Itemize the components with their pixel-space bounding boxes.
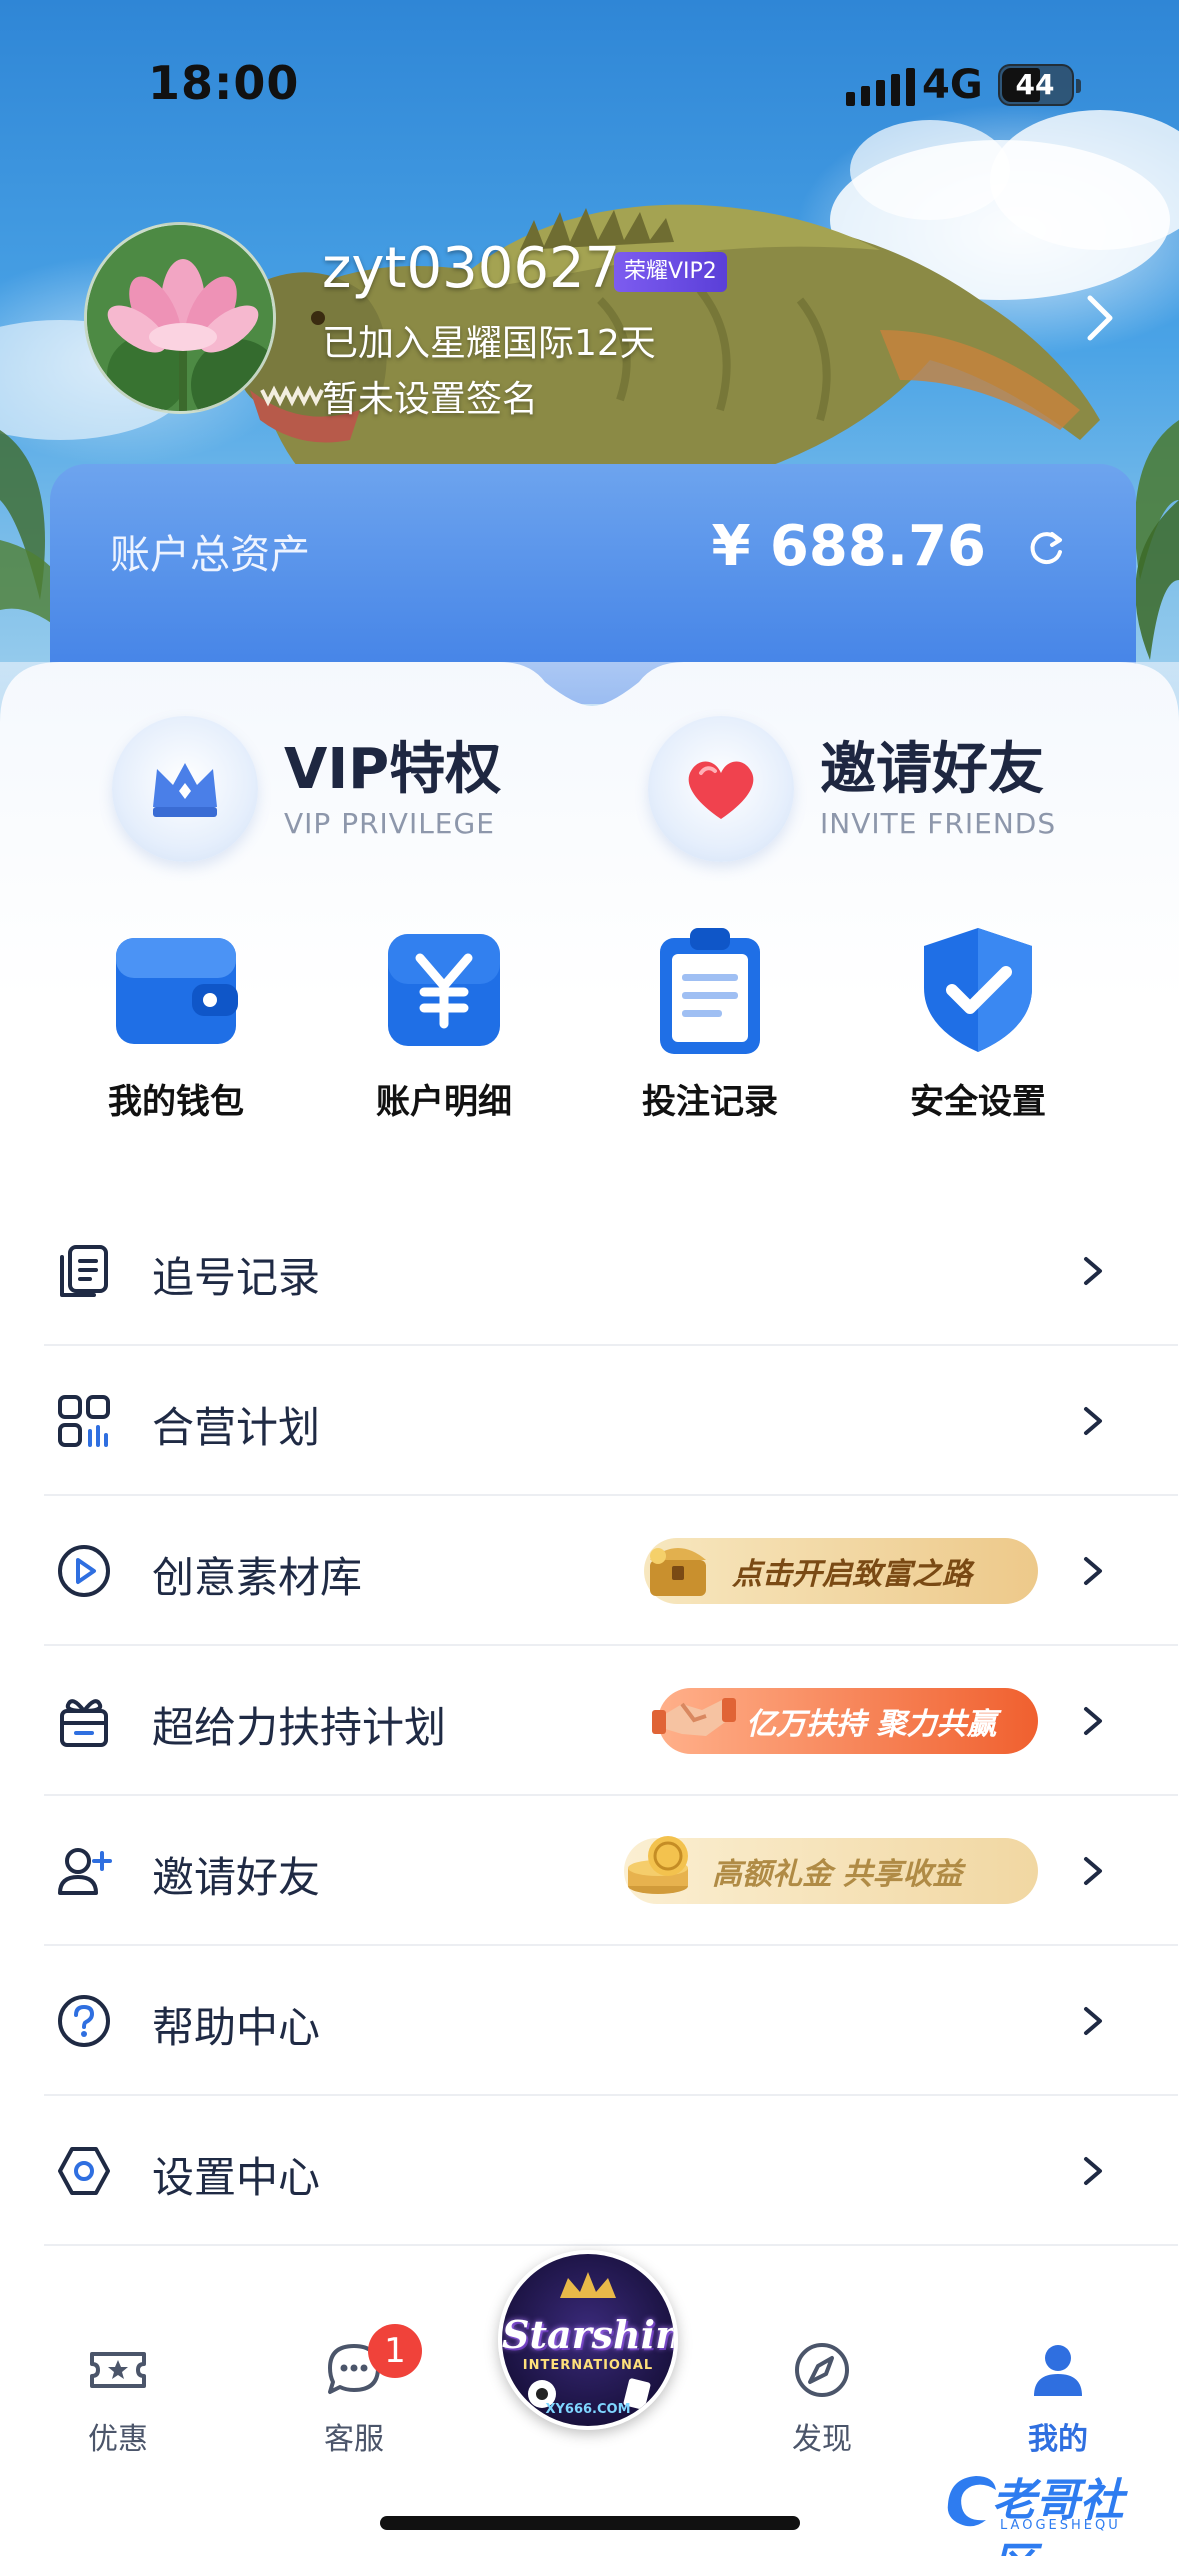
add-user-icon	[58, 1848, 112, 1895]
lotus-flower-image	[87, 225, 273, 411]
joined-days-text: 已加入星耀国际12天	[322, 323, 656, 364]
center-home-logo-button[interactable]: Starshine INTERNATIONAL XY666.COM	[498, 2250, 678, 2430]
wealth-banner[interactable]: 点击开启致富之路	[644, 1538, 1038, 1604]
menu-item-label: 创意素材库	[152, 1553, 363, 1602]
ticket-star-icon	[90, 2352, 146, 2388]
grid-chart-icon	[58, 1395, 110, 1447]
logo-domain-text: XY666.COM	[545, 2402, 631, 2417]
avatar[interactable]	[84, 222, 276, 414]
watermark-text: 老哥社区	[992, 2475, 1124, 2556]
signal-icon	[846, 68, 915, 106]
heart-icon	[688, 761, 754, 819]
dragon-logo-icon	[947, 2476, 996, 2527]
menu-item-creative-library[interactable]: 创意素材库 点击开启致富之路	[44, 1496, 1178, 1646]
network-type: 4G	[922, 62, 983, 108]
person-icon	[1034, 2345, 1082, 2396]
quick-action-account-details[interactable]: 账户明细	[324, 920, 564, 1123]
banner-text: 点击开启致富之路	[732, 1557, 972, 1592]
chevron-right-icon	[1084, 1407, 1102, 1435]
quick-action-security-settings[interactable]: 安全设置	[858, 920, 1098, 1123]
home-indicator	[380, 2516, 800, 2530]
chevron-right-icon	[1084, 1857, 1102, 1885]
total-assets-label: 账户总资产	[110, 532, 310, 578]
signature-text: 暂未设置签名	[322, 379, 539, 420]
wallet-icon	[116, 938, 238, 1044]
chevron-right-icon	[1084, 2007, 1102, 2035]
quick-action-label: 安全设置	[910, 1082, 1046, 1122]
vip-icon-circle	[112, 716, 258, 862]
menu-item-label: 追号记录	[152, 1253, 321, 1302]
vip-privilege-entry[interactable]: VIP特权 VIP PRIVILEGE	[112, 716, 501, 862]
tab-discover[interactable]: 发现	[742, 2338, 902, 2458]
tab-customer-service[interactable]: 1 客服	[274, 2324, 434, 2458]
support-banner[interactable]: 亿万扶持 聚力共赢	[652, 1688, 1038, 1754]
quick-action-label: 我的钱包	[108, 1082, 244, 1122]
tab-label: 发现	[792, 2422, 852, 2457]
status-time: 18:00	[148, 56, 300, 110]
chevron-right-icon	[1084, 1557, 1102, 1585]
hexagon-settings-icon	[58, 2147, 110, 2195]
chevron-right-icon[interactable]	[1080, 290, 1120, 346]
quick-action-wallet[interactable]: 我的钱包	[56, 920, 296, 1123]
menu-item-help-center[interactable]: 帮助中心	[44, 1946, 1178, 2096]
quick-action-label: 账户明细	[376, 1082, 512, 1122]
records-icon	[60, 1245, 108, 1297]
crown-icon	[153, 763, 217, 817]
banner-text: 亿万扶持 聚力共赢	[746, 1707, 997, 1742]
tab-label: 我的	[1028, 2422, 1088, 2457]
chevron-right-icon	[1084, 2157, 1102, 2185]
help-icon	[58, 1995, 110, 2047]
play-circle-icon	[58, 1545, 110, 1597]
invite-friends-title: 邀请好友	[820, 736, 1044, 802]
watermark-subtext: LAOGESHEQU	[1000, 2518, 1121, 2533]
menu-item-label: 超给力扶持计划	[152, 1703, 447, 1752]
shield-check-icon	[924, 928, 1032, 1052]
refresh-icon[interactable]	[1024, 526, 1068, 570]
compass-icon	[795, 2343, 849, 2397]
banner-text: 高额礼金 共享收益	[712, 1857, 963, 1892]
quick-action-label: 投注记录	[642, 1082, 778, 1122]
menu-item-label: 合营计划	[152, 1403, 321, 1452]
tab-promotions[interactable]: 优惠	[38, 2338, 198, 2458]
tab-mine[interactable]: 我的	[978, 2338, 1138, 2458]
invite-friends-entry[interactable]: 邀请好友 INVITE FRIENDS	[648, 716, 1056, 862]
menu-item-support-plan[interactable]: 超给力扶持计划 亿万扶持 聚力共赢	[44, 1646, 1178, 1796]
clipboard-icon	[660, 928, 760, 1054]
invite-icon-circle	[648, 716, 794, 862]
yen-icon	[388, 934, 500, 1046]
menu-item-joint-venture[interactable]: 合营计划	[44, 1346, 1178, 1496]
chevron-right-icon	[1084, 1257, 1102, 1285]
vip-level-badge: 荣耀VIP2	[614, 252, 727, 292]
menu-item-chase-records[interactable]: 追号记录	[44, 1196, 1178, 1346]
reward-banner[interactable]: 高额礼金 共享收益	[624, 1836, 1038, 1904]
gift-box-icon	[60, 1699, 108, 1747]
invite-friends-subtitle: INVITE FRIENDS	[820, 806, 1057, 840]
username: zyt030627	[322, 236, 621, 301]
menu-item-label: 邀请好友	[152, 1853, 321, 1902]
coin-stack-icon	[628, 1836, 688, 1894]
tab-label: 优惠	[88, 2422, 148, 2457]
menu-item-label: 帮助中心	[152, 2003, 321, 2052]
chevron-right-icon	[1084, 1707, 1102, 1735]
watermark: 老哥社区 LAOGESHEQU	[940, 2460, 1166, 2556]
battery-level: 44	[1015, 68, 1055, 101]
treasure-chest-icon	[650, 1548, 706, 1596]
menu-item-settings-center[interactable]: 设置中心	[44, 2096, 1178, 2246]
handshake-icon	[652, 1698, 736, 1736]
vip-privilege-title: VIP特权	[284, 736, 502, 802]
menu-item-label: 设置中心	[152, 2153, 321, 2202]
total-assets-value: ¥ 688.76	[711, 514, 986, 579]
tab-label: 客服	[324, 2422, 384, 2457]
status-bar: 18:00 4G 44	[0, 0, 1179, 170]
quick-action-bet-records[interactable]: 投注记录	[590, 920, 830, 1123]
logo-brand-text: Starshine	[502, 2312, 674, 2357]
logo-sub-text: INTERNATIONAL	[522, 2358, 654, 2373]
menu-item-invite-friends[interactable]: 邀请好友 高额礼金 共享收益	[44, 1796, 1178, 1946]
unread-badge: 1	[368, 2324, 422, 2378]
vip-privilege-subtitle: VIP PRIVILEGE	[284, 806, 495, 840]
battery-icon: 44	[998, 64, 1081, 106]
